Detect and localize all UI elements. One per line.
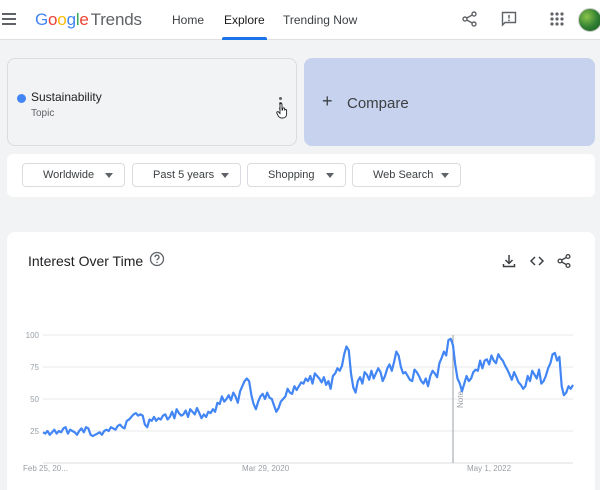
caret-down-icon (326, 173, 334, 178)
interest-over-time-card: Interest Over Time 25 50 75 100 Note Feb 25, … (7, 232, 595, 490)
apps-icon[interactable] (548, 10, 566, 28)
interest-line-chart: 25 50 75 100 Note Feb 25, 20... Mar 29, 2020 Ma… (23, 331, 574, 473)
y-tick-label: 50 (30, 395, 39, 404)
feedback-icon[interactable] (500, 10, 518, 28)
category-select-label: Shopping (268, 169, 315, 181)
search-term-title: Sustainability (31, 90, 102, 104)
category-select[interactable]: Shopping (247, 163, 346, 187)
nav-home[interactable]: Home (172, 0, 204, 40)
caret-down-icon (221, 173, 229, 178)
compare-label: Compare (347, 95, 409, 112)
search-type-select-label: Web Search (373, 169, 434, 181)
region-select[interactable]: Worldwide (22, 163, 125, 187)
series-color-dot (17, 94, 26, 103)
series-line-sustainability (42, 337, 574, 438)
time-range-select[interactable]: Past 5 years (132, 163, 241, 187)
x-tick-label: May 1, 2022 (467, 464, 512, 473)
caret-down-icon (441, 173, 449, 178)
nav-explore[interactable]: Explore (222, 0, 267, 40)
y-tick-label: 25 (30, 427, 39, 436)
search-term-card[interactable]: Sustainability Topic (7, 58, 297, 146)
nav-trending-now[interactable]: Trending Now (283, 0, 357, 40)
avatar[interactable] (578, 8, 600, 32)
y-tick-label: 100 (26, 331, 40, 340)
search-type-select[interactable]: Web Search (352, 163, 461, 187)
caret-down-icon (105, 173, 113, 178)
plus-icon: + (322, 91, 333, 111)
search-term-type: Topic (31, 108, 55, 119)
app-header: Google Trends Home Explore Trending Now (0, 0, 600, 40)
filter-bar: Worldwide Past 5 years Shopping Web Sear… (7, 154, 595, 197)
compare-button[interactable]: + Compare (304, 58, 595, 146)
y-tick-label: 75 (30, 363, 39, 372)
x-tick-label: Feb 25, 20... (23, 464, 68, 473)
menu-icon[interactable] (2, 13, 16, 25)
note-annotation: Note (456, 391, 465, 408)
region-select-label: Worldwide (43, 169, 95, 181)
time-range-select-label: Past 5 years (153, 169, 215, 181)
hand-cursor-icon (276, 103, 288, 119)
x-tick-label: Mar 29, 2020 (242, 464, 290, 473)
share-icon[interactable] (461, 10, 479, 28)
google-trends-logo[interactable]: Google Trends (35, 10, 142, 30)
